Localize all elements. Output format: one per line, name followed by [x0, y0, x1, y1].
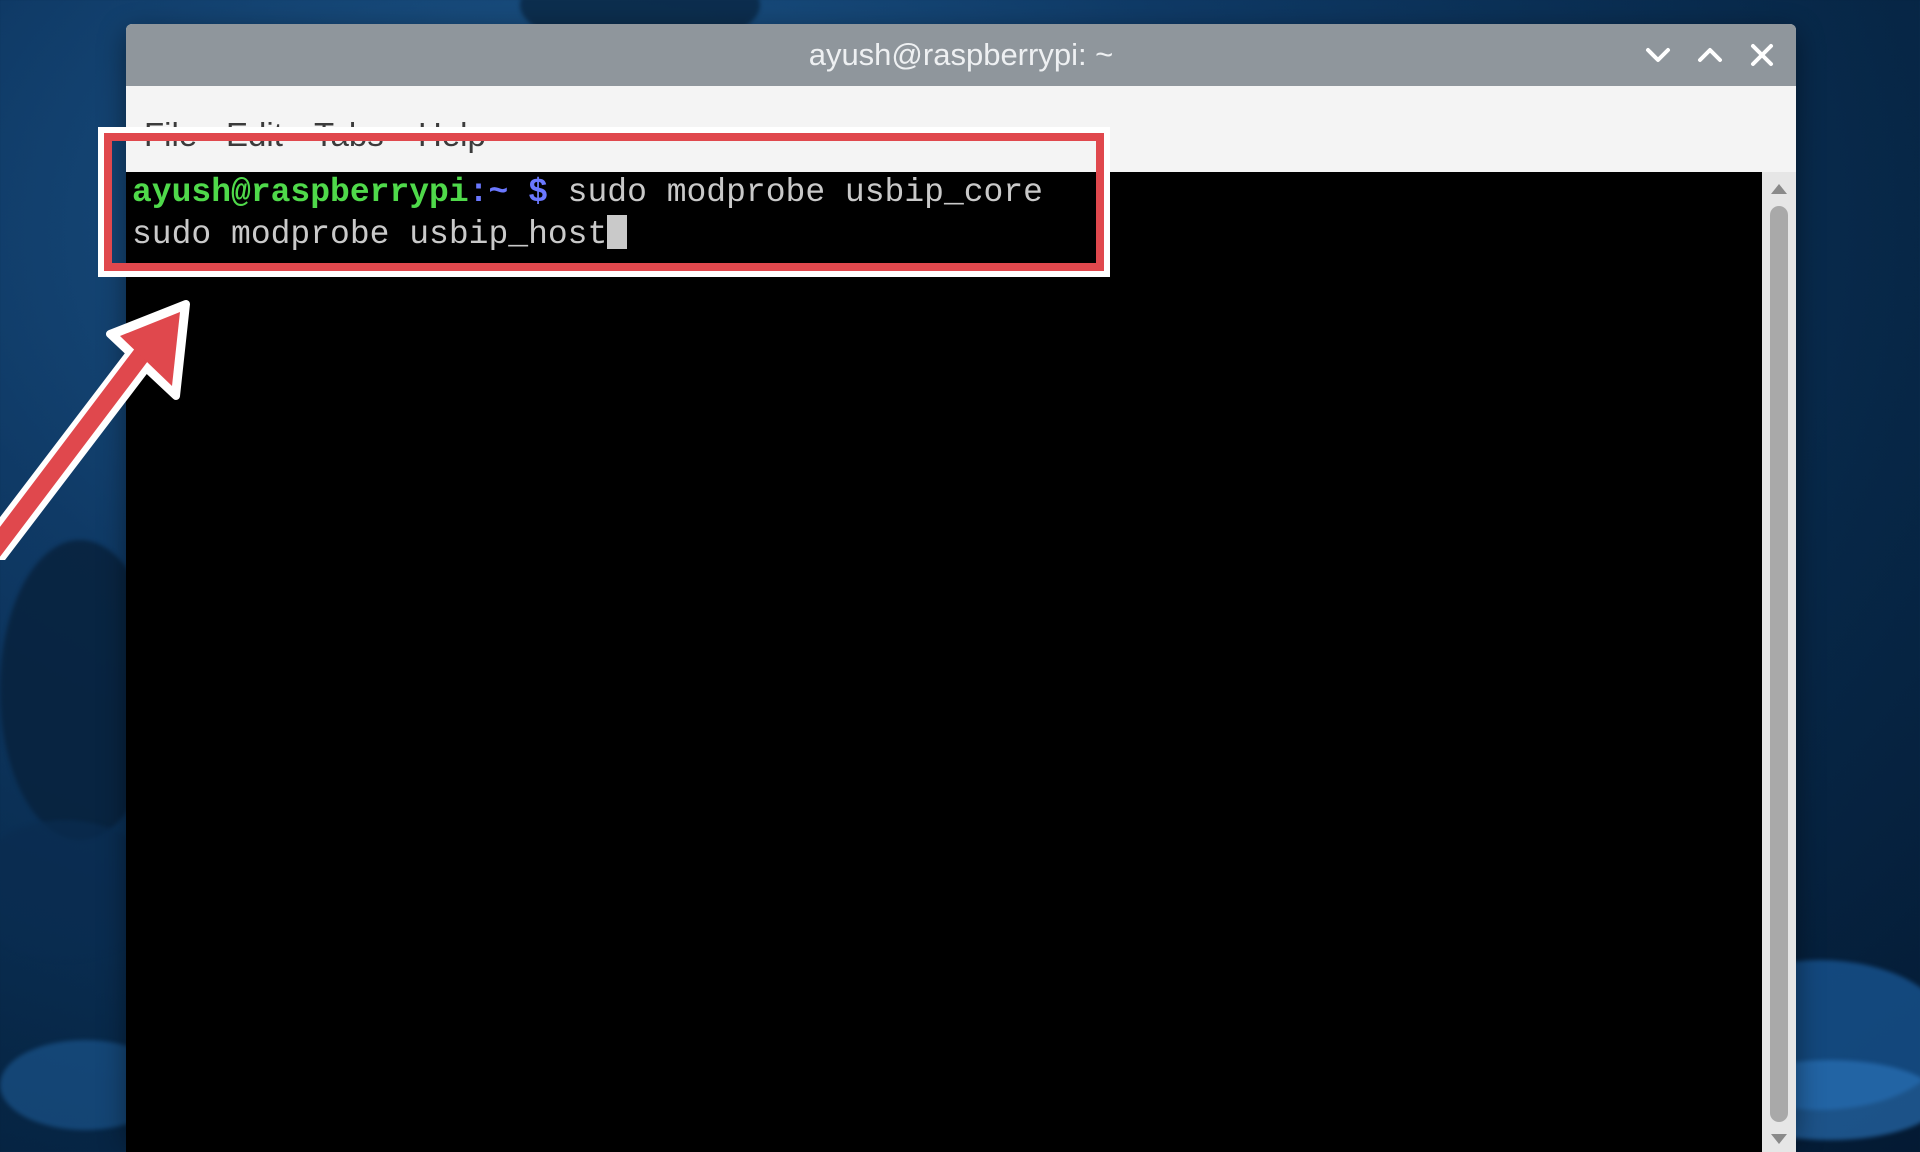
- close-icon: [1751, 44, 1773, 66]
- window-controls: [1636, 32, 1784, 78]
- scroll-up-button[interactable]: [1762, 176, 1796, 202]
- annotation-arrow-icon: [0, 300, 190, 560]
- triangle-up-icon: [1771, 184, 1787, 194]
- maximize-button[interactable]: [1688, 32, 1732, 78]
- annotation-highlight-box: [98, 127, 1110, 277]
- terminal-output[interactable]: ayush@raspberrypi:~ $ sudo modprobe usbi…: [126, 172, 1762, 1152]
- minimize-button[interactable]: [1636, 32, 1680, 78]
- close-button[interactable]: [1740, 32, 1784, 78]
- triangle-down-icon: [1771, 1134, 1787, 1144]
- chevron-down-icon: [1646, 48, 1670, 62]
- title-bar[interactable]: ayush@raspberrypi: ~: [126, 24, 1796, 86]
- chevron-up-icon: [1698, 48, 1722, 62]
- vertical-scrollbar[interactable]: [1762, 172, 1796, 1152]
- window-title: ayush@raspberrypi: ~: [808, 37, 1114, 72]
- scroll-down-button[interactable]: [1762, 1126, 1796, 1152]
- scrollbar-thumb[interactable]: [1770, 206, 1788, 1122]
